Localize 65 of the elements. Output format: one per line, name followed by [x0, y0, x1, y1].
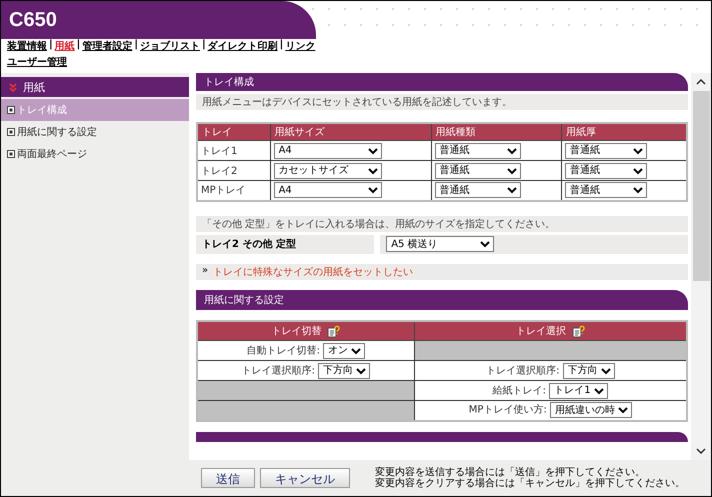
footer-note: 変更内容を送信する場合には「送信」を押下してください。	[375, 467, 646, 478]
column-header: トレイ選択	[414, 320, 687, 340]
bullet-icon	[7, 128, 15, 136]
form-button[interactable]: 送信	[201, 468, 255, 488]
field-label: トレイ選択順序:	[486, 365, 560, 376]
dropdown[interactable]: 下方向	[318, 362, 370, 378]
dropdown[interactable]: A4	[274, 142, 382, 158]
scroll-down-icon[interactable]	[696, 448, 706, 454]
dropdown[interactable]: 普通紙	[434, 142, 521, 158]
double-chevron-icon	[9, 82, 17, 92]
dropdown[interactable]: 普通紙	[565, 142, 648, 158]
column-header: トレイ切替	[197, 320, 414, 340]
nav-separator: |	[280, 39, 284, 52]
nav-link[interactable]: ダイレクト印刷	[208, 39, 278, 53]
field-label: トレイ2 その他 定型	[196, 234, 374, 254]
nav-separator: |	[134, 39, 138, 52]
section-header: トレイ構成	[196, 73, 688, 91]
bullet-icon	[7, 150, 15, 158]
column-header: 用紙サイズ	[270, 123, 432, 140]
help-icon[interactable]	[572, 324, 585, 338]
column-header: トレイ	[197, 123, 270, 140]
footer-note: 変更内容をクリアする場合には「キャンセル」を押下してください。	[375, 478, 685, 489]
table-cell: MPトレイ	[197, 180, 270, 200]
column-header: 用紙種類	[431, 123, 562, 140]
nav-link[interactable]: リンク	[285, 39, 316, 53]
sidebar-item[interactable]: 用紙に関する設定	[1, 121, 189, 143]
table-cell: トレイ2	[197, 160, 270, 180]
dropdown[interactable]: 普通紙	[565, 162, 648, 178]
sidebar-title: 用紙	[23, 80, 45, 94]
field-label: MPトレイ使い方:	[468, 404, 547, 416]
field-label: 自動トレイ切替:	[246, 345, 320, 356]
nav-link[interactable]: 装置情報	[7, 39, 47, 53]
nav-separator: |	[49, 39, 53, 52]
scrollbar[interactable]	[691, 73, 711, 460]
dropdown[interactable]: A5 横送り	[386, 236, 494, 252]
model-title: C650	[9, 8, 57, 32]
dropdown[interactable]: 下方向	[562, 362, 615, 378]
dropdown[interactable]: トレイ1	[549, 382, 608, 398]
description-text: 用紙メニューはデバイスにセットされている用紙を記述しています。	[196, 94, 688, 110]
section-header: 用紙に関する設定	[196, 290, 688, 310]
field-label: トレイ選択順序:	[242, 365, 315, 376]
scroll-up-icon[interactable]	[696, 79, 706, 85]
field-label: 給紙トレイ:	[492, 385, 546, 396]
help-icon[interactable]	[327, 324, 340, 338]
table-cell: トレイ1	[197, 140, 270, 160]
link-marker: »	[202, 264, 208, 278]
note-text: 「その他 定型」をトレイに入れる場合は、用紙のサイズを指定してください。	[196, 216, 688, 232]
nav-link[interactable]: ユーザー管理	[7, 55, 67, 69]
dropdown[interactable]: カセットサイズ	[274, 162, 382, 178]
dropdown[interactable]: 普通紙	[434, 182, 521, 198]
form-button[interactable]: キャンセル	[260, 468, 350, 488]
nav-separator: |	[76, 39, 80, 52]
special-size-link[interactable]: トレイに特殊なサイズの用紙をセットしたい	[213, 264, 414, 278]
nav-link[interactable]: 管理者設定	[82, 39, 132, 53]
nav-link[interactable]: ジョブリスト	[140, 39, 200, 53]
nav-separator: |	[202, 39, 206, 52]
dropdown[interactable]: 普通紙	[565, 182, 648, 198]
dropdown[interactable]: A4	[274, 182, 382, 198]
dropdown[interactable]: オン	[323, 342, 366, 358]
bullet-icon	[7, 106, 15, 114]
dropdown[interactable]: 用紙違いの時	[550, 402, 632, 418]
nav-link[interactable]: 用紙	[54, 39, 75, 53]
dropdown[interactable]: 普通紙	[434, 162, 521, 178]
sidebar-item[interactable]: 両面最終ページ	[1, 143, 189, 165]
column-header: 用紙厚	[562, 123, 687, 140]
